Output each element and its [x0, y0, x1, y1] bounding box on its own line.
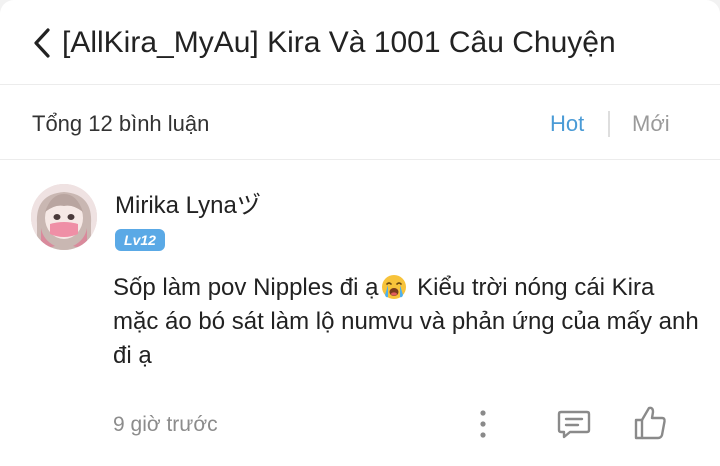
sort-divider [608, 111, 610, 137]
back-button[interactable] [30, 26, 54, 60]
comment-text-part-1: Sốp làm pov Nipples đi ạ [113, 274, 379, 301]
more-icon [480, 410, 486, 438]
reply-icon [557, 410, 591, 439]
avatar[interactable] [31, 184, 97, 250]
sort-hot-tab[interactable]: Hot [550, 110, 584, 138]
loudly-crying-face-icon [382, 275, 407, 299]
level-badge: Lv12 [115, 229, 165, 251]
avatar-image [31, 184, 97, 250]
username[interactable]: Mirika Lynaヅ [115, 191, 261, 221]
comment-count: Tổng 12 bình luận [32, 111, 210, 136]
sort-new-tab[interactable]: Mới [632, 110, 670, 138]
comment-timestamp: 9 giờ trước [113, 413, 218, 436]
more-button[interactable] [472, 406, 494, 442]
reply-button[interactable] [556, 406, 592, 442]
chevron-left-icon [34, 28, 50, 58]
like-icon [634, 406, 666, 440]
comments-sheet: [AllKira_MyAu] Kira Và 1001 Câu Chuyện T… [0, 0, 720, 466]
comment-body: Sốp làm pov Nipples đi ạ Kiểu trời nóng … [113, 271, 703, 373]
like-button[interactable] [632, 404, 668, 442]
header: [AllKira_MyAu] Kira Và 1001 Câu Chuyện [0, 0, 720, 85]
page-title: [AllKira_MyAu] Kira Và 1001 Câu Chuyện [62, 26, 616, 59]
